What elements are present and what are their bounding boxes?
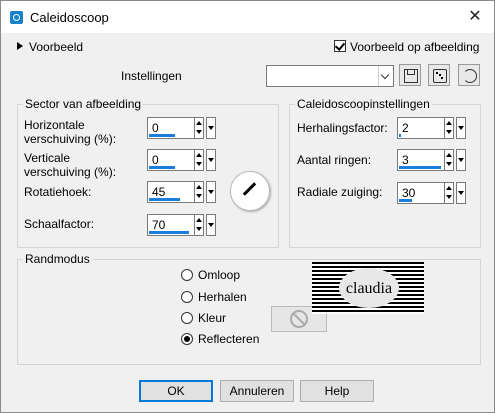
radio-color-label[interactable]: Kleur — [198, 311, 226, 325]
window-title: Caleidoscoop — [30, 10, 109, 25]
dice-icon — [433, 69, 447, 83]
randomize-button[interactable] — [428, 64, 450, 86]
kaleido-group-title: Caleidoscoopinstellingen — [295, 97, 432, 111]
close-icon[interactable]: ✕ — [464, 6, 486, 28]
preview-toggle[interactable]: Voorbeeld — [29, 40, 83, 54]
save-preset-button[interactable] — [399, 64, 421, 86]
radial-label: Radiale zuiging: — [297, 185, 383, 199]
scale-spinner[interactable]: 70 — [147, 214, 217, 236]
reset-button[interactable] — [458, 64, 480, 86]
h-offset-dropdown[interactable] — [206, 117, 216, 139]
scale-stepper[interactable] — [194, 214, 204, 236]
h-offset-label-1: Horizontale — [24, 118, 85, 132]
radio-wrap[interactable] — [181, 269, 193, 281]
rotation-field[interactable]: 45 — [147, 181, 195, 203]
radial-dropdown[interactable] — [456, 182, 466, 204]
scale-dropdown[interactable] — [206, 214, 216, 236]
radio-wrap-label[interactable]: Omloop — [198, 268, 240, 282]
rotation-dial[interactable] — [230, 171, 270, 211]
cancel-button[interactable]: Annuleren — [220, 380, 294, 402]
h-offset-spinner[interactable]: 0 — [147, 117, 217, 139]
radio-repeat[interactable] — [181, 291, 193, 303]
repeat-field[interactable]: 2 — [397, 117, 445, 139]
h-offset-label-2: verschuiving (%): — [24, 132, 117, 146]
scale-label: Schaalfactor: — [24, 217, 95, 231]
radio-reflect[interactable] — [181, 333, 193, 345]
help-button[interactable]: Help — [300, 380, 374, 402]
repeat-dropdown[interactable] — [456, 117, 466, 139]
radial-spinner[interactable]: 30 — [397, 182, 467, 204]
ok-button[interactable]: OK — [139, 380, 213, 402]
radio-color[interactable] — [181, 312, 193, 324]
rotation-dropdown[interactable] — [206, 181, 216, 203]
rings-field[interactable]: 3 — [397, 149, 445, 171]
app-icon — [10, 11, 23, 24]
v-offset-field[interactable]: 0 — [147, 149, 195, 171]
edge-group-title: Randmodus — [23, 252, 92, 266]
v-offset-spinner[interactable]: 0 — [147, 149, 217, 171]
sector-group-title: Sector van afbeelding — [23, 97, 144, 111]
repeat-spinner[interactable]: 2 — [397, 117, 467, 139]
rings-label: Aantal ringen: — [297, 153, 372, 167]
radio-repeat-label[interactable]: Herhalen — [198, 290, 247, 304]
checkmark-icon — [334, 40, 346, 51]
repeat-stepper[interactable] — [444, 117, 454, 139]
save-icon — [404, 69, 418, 83]
preview-checkbox[interactable] — [334, 40, 346, 52]
reset-icon — [463, 69, 477, 83]
chevron-down-icon — [378, 66, 393, 86]
rotation-label: Rotatiehoek: — [24, 185, 92, 199]
rotation-spinner[interactable]: 45 — [147, 181, 217, 203]
expand-preview-icon[interactable] — [17, 42, 23, 50]
settings-label: Instellingen — [121, 69, 182, 83]
radial-stepper[interactable] — [444, 182, 454, 204]
settings-select[interactable] — [266, 65, 394, 87]
v-offset-stepper[interactable] — [194, 149, 204, 171]
radio-reflect-label[interactable]: Reflecteren — [198, 332, 259, 346]
v-offset-label-2: verschuiving (%): — [24, 165, 117, 179]
scale-field[interactable]: 70 — [147, 214, 195, 236]
h-offset-field[interactable]: 0 — [147, 117, 195, 139]
watermark-image: claudia — [312, 262, 424, 314]
radial-field[interactable]: 30 — [397, 182, 445, 204]
rotation-stepper[interactable] — [194, 181, 204, 203]
title-bar: Caleidoscoop ✕ — [1, 1, 494, 33]
watermark-text: claudia — [345, 280, 393, 297]
preview-checkbox-label[interactable]: Voorbeeld op afbeelding — [350, 40, 479, 54]
dialog-window: Caleidoscoop ✕ Voorbeeld Voorbeeld op af… — [0, 0, 495, 413]
rings-spinner[interactable]: 3 — [397, 149, 467, 171]
h-offset-stepper[interactable] — [194, 117, 204, 139]
dial-needle-icon — [242, 182, 257, 196]
v-offset-dropdown[interactable] — [206, 149, 216, 171]
v-offset-label-1: Verticale — [24, 151, 71, 165]
rings-dropdown[interactable] — [456, 149, 466, 171]
no-color-icon — [290, 310, 308, 328]
repeat-label: Herhalingsfactor: — [297, 121, 388, 135]
rings-stepper[interactable] — [444, 149, 454, 171]
